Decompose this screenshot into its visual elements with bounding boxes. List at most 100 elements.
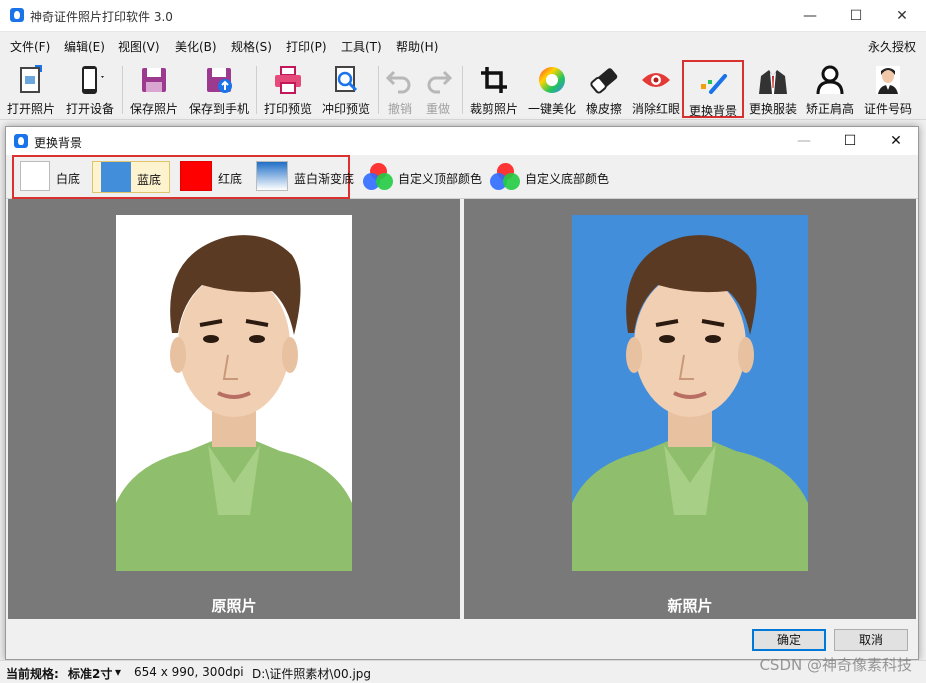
rgb-icon [489, 163, 521, 191]
toolbar-separator [378, 66, 379, 114]
portrait-image [116, 235, 352, 571]
cancel-button[interactable]: 取消 [834, 629, 908, 651]
chevron-down-icon[interactable]: ▾ [115, 665, 121, 679]
maximize-button[interactable]: ☐ [833, 0, 879, 32]
save-to-phone-button[interactable]: 保存到手机 [186, 60, 252, 118]
menu-bar: 文件(F) 编辑(E) 视图(V) 美化(B) 规格(S) 打印(P) 工具(T… [0, 33, 926, 57]
shoulder-icon [816, 65, 844, 95]
blue-swatch [101, 162, 131, 192]
undo-icon [385, 70, 411, 94]
beautify-label: 一键美化 [527, 102, 576, 116]
dialog-title: 更换背景 [34, 136, 83, 150]
dialog-close-button[interactable]: ✕ [873, 127, 919, 155]
gradient-background-label: 蓝白渐变底 [294, 172, 355, 186]
change-background-button[interactable]: 更换背景 [682, 60, 744, 118]
eraser-button[interactable]: 橡皮擦 [582, 60, 626, 118]
toolbar-separator [122, 66, 123, 114]
redo-button[interactable]: 重做 [420, 60, 456, 118]
white-background-label: 白底 [56, 172, 81, 186]
eraser-icon [590, 68, 618, 94]
open-photo-label: 打开照片 [6, 102, 55, 116]
change-background-label: 更换背景 [688, 104, 737, 118]
dialog-titlebar: 更换背景 — ☐ ✕ [6, 127, 918, 155]
red-background-label: 红底 [218, 172, 243, 186]
rgb-icon [362, 163, 394, 191]
menu-help[interactable]: 帮助(H) [396, 38, 438, 55]
red-eye-button[interactable]: 消除红眼 [628, 60, 684, 118]
save-icon [142, 68, 166, 92]
open-device-button[interactable]: 打开设备 [62, 60, 118, 118]
eraser-label: 橡皮擦 [585, 102, 622, 116]
watermark: CSDN @神奇像素科技 [759, 656, 912, 674]
change-clothes-button[interactable]: 更换服装 [746, 60, 800, 118]
gradient-swatch [256, 161, 288, 191]
change-clothes-label: 更换服装 [748, 102, 797, 116]
dialog-minimize-button[interactable]: — [781, 127, 827, 155]
license-status: 永久授权 [867, 40, 916, 54]
toolbar-separator [462, 66, 463, 114]
red-swatch [180, 161, 212, 191]
main-titlebar: 神奇证件照片打印软件 3.0 — ☐ ✕ [0, 0, 926, 32]
toolbar-separator [256, 66, 257, 114]
id-number-label: 证件号码 [863, 102, 912, 116]
main-toolbar: 打开照片 打开设备 保存照片 保存到手机 打印预览 冲印预览 撤销 重做 裁剪照… [0, 58, 926, 120]
red-eye-label: 消除红眼 [631, 102, 680, 116]
open-device-label: 打开设备 [65, 102, 114, 116]
original-photo-pane: 原照片 [8, 199, 460, 619]
minimize-button[interactable]: — [787, 0, 833, 32]
id-photo-icon [876, 66, 900, 94]
crop-icon [481, 67, 507, 93]
app-logo-icon [10, 8, 24, 22]
gradient-background-option[interactable]: 蓝白渐变底 [250, 161, 354, 193]
image-size: 654 x 990, 300dpi [134, 665, 244, 679]
open-photo-button[interactable]: 打开照片 [4, 60, 58, 118]
menu-print[interactable]: 打印(P) [286, 38, 327, 55]
menu-edit[interactable]: 编辑(E) [64, 38, 105, 55]
change-background-icon [701, 74, 727, 94]
redo-label: 重做 [425, 102, 450, 116]
crop-photo-button[interactable]: 裁剪照片 [466, 60, 522, 118]
window-title: 神奇证件照片打印软件 3.0 [30, 10, 173, 24]
new-photo [572, 215, 808, 571]
blue-background-option[interactable]: 蓝底 [92, 161, 170, 193]
portrait-image [572, 235, 808, 571]
menu-beautify[interactable]: 美化(B) [175, 38, 217, 55]
correct-shoulder-button[interactable]: 矫正肩高 [802, 60, 858, 118]
background-toolbar: 白底 蓝底 红底 蓝白渐变底 自定义顶部颜色 自定义底部颜色 [6, 155, 918, 199]
undo-button[interactable]: 撤销 [382, 60, 418, 118]
print-preview-button[interactable]: 打印预览 [260, 60, 316, 118]
print-preview-label: 打印预览 [263, 102, 312, 116]
beautify-button[interactable]: 一键美化 [524, 60, 580, 118]
dialog-app-icon [14, 134, 28, 148]
photo-print-preview-button[interactable]: 冲印预览 [318, 60, 374, 118]
menu-file[interactable]: 文件(F) [10, 38, 50, 55]
original-photo-label: 原照片 [211, 597, 257, 615]
custom-bottom-color-label: 自定义底部颜色 [525, 172, 610, 186]
spec-dropdown[interactable]: 标准2寸 [68, 665, 112, 682]
menu-view[interactable]: 视图(V) [118, 38, 160, 55]
redo-icon [427, 70, 453, 94]
dialog-maximize-button[interactable]: ☐ [827, 127, 873, 155]
crop-photo-label: 裁剪照片 [469, 102, 518, 116]
save-photo-button[interactable]: 保存照片 [126, 60, 182, 118]
menu-spec[interactable]: 规格(S) [231, 38, 272, 55]
correct-shoulder-label: 矫正肩高 [805, 102, 854, 116]
spec-label: 当前规格: [6, 667, 59, 681]
menu-tools[interactable]: 工具(T) [341, 38, 382, 55]
custom-bottom-color-button[interactable]: 自定义底部颜色 [489, 163, 613, 191]
ok-button[interactable]: 确定 [752, 629, 826, 651]
white-swatch [20, 161, 50, 191]
white-background-option[interactable]: 白底 [16, 161, 90, 193]
red-background-option[interactable]: 红底 [174, 161, 248, 193]
suit-icon [759, 70, 787, 94]
save-to-phone-label: 保存到手机 [188, 102, 249, 116]
change-background-dialog: 更换背景 — ☐ ✕ 白底 蓝底 红底 蓝白渐变底 自定义顶部颜色 自定义底部颜… [5, 126, 919, 660]
new-photo-label: 新照片 [667, 597, 713, 615]
original-photo [116, 215, 352, 571]
close-button[interactable]: ✕ [879, 0, 925, 32]
save-photo-label: 保存照片 [129, 102, 178, 116]
id-number-button[interactable]: 证件号码 [860, 60, 916, 118]
file-path: D:\证件照素材\00.jpg [252, 667, 372, 681]
custom-top-color-label: 自定义顶部颜色 [398, 172, 483, 186]
custom-top-color-button[interactable]: 自定义顶部颜色 [362, 163, 486, 191]
